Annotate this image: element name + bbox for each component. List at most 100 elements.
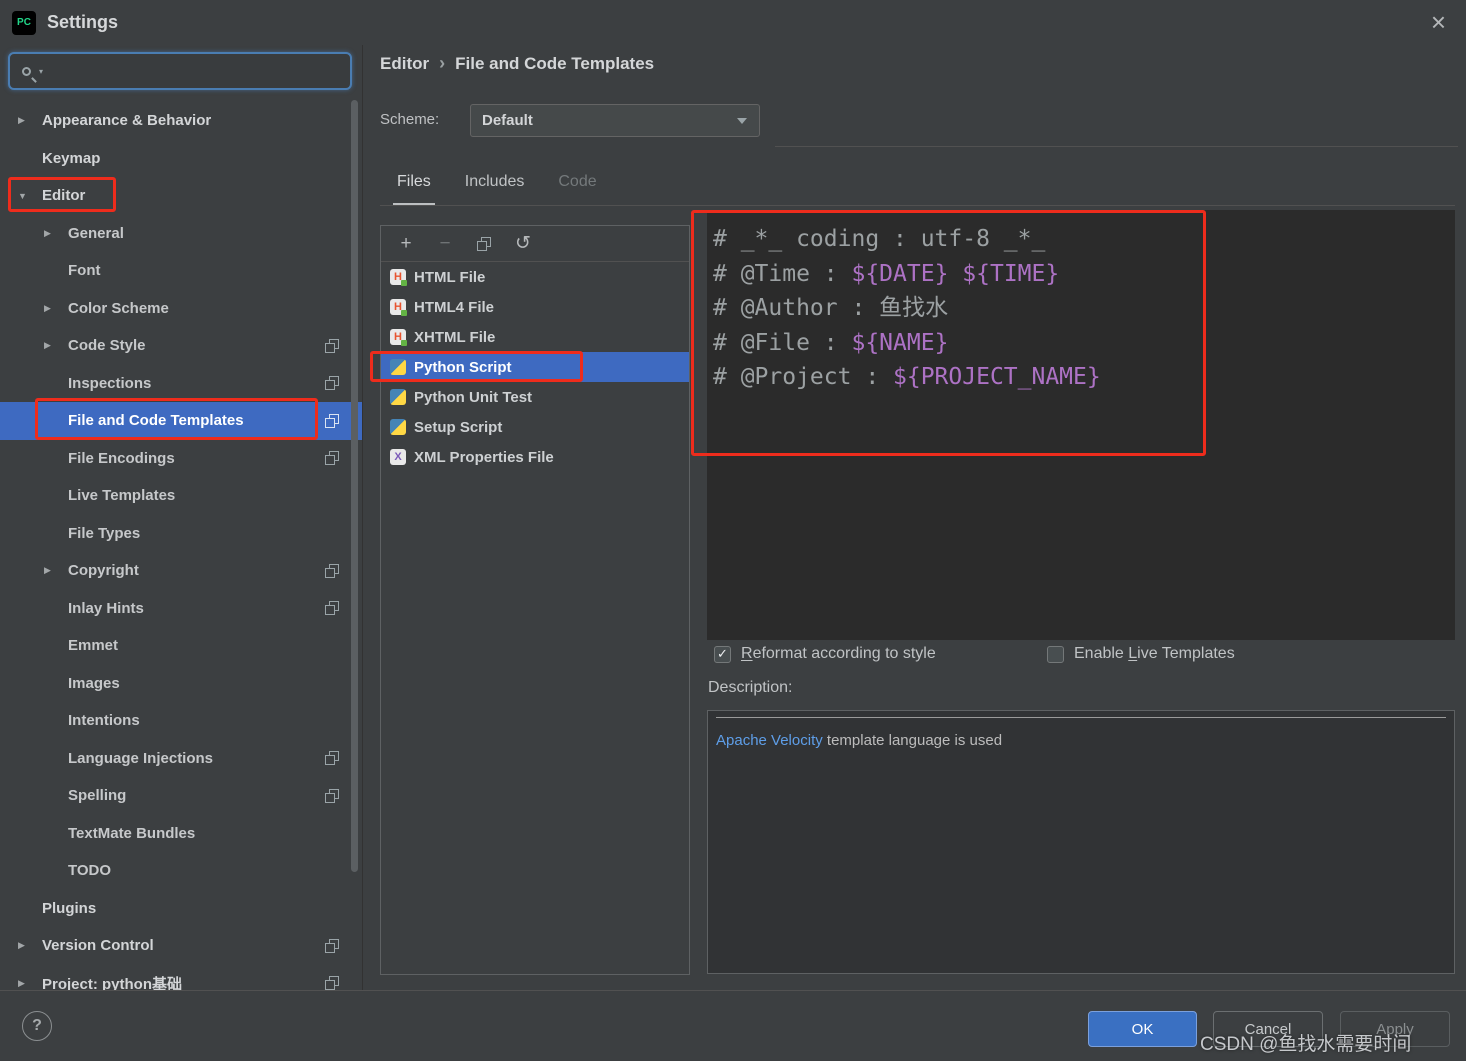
copy-icon[interactable] [325, 601, 339, 616]
sidebar-item-label: Color Scheme [68, 299, 169, 317]
copy-icon[interactable] [325, 976, 339, 990]
description-text: Apache Velocity template language is use… [716, 732, 1003, 749]
sidebar-item-label: Editor [42, 187, 86, 205]
breadcrumb-editor[interactable]: Editor [380, 54, 429, 74]
sidebar-item-label: Emmet [68, 637, 119, 655]
sidebar-item-general[interactable]: ▶ General [0, 215, 362, 253]
main-content: Editor › File and Code Templates Scheme:… [363, 45, 1466, 990]
sidebar-item-label: Language Injections [68, 749, 214, 767]
sidebar-item-inlay-hints[interactable]: Inlay Hints [0, 590, 362, 628]
chevron-right-icon[interactable]: ▶ [44, 303, 68, 314]
copy-icon [477, 236, 491, 251]
search-options-caret-icon[interactable]: ▾ [39, 67, 43, 76]
chevron-down-icon [737, 117, 747, 124]
live-templates-option-row: ✓ Enable Live Templates [1047, 645, 1235, 663]
sidebar-item-file-types[interactable]: File Types [0, 515, 362, 553]
list-item-html-file[interactable]: HTML File [381, 262, 689, 292]
page-title: File and Code Templates [455, 53, 655, 73]
sidebar-item-keymap[interactable]: Keymap [0, 140, 362, 178]
sidebar-item-emmet[interactable]: Emmet [0, 627, 362, 665]
sidebar-item-appearance-behavior[interactable]: ▶ Appearance & Behavior [0, 102, 362, 140]
sidebar-item-color-scheme[interactable]: ▶ Color Scheme [0, 290, 362, 328]
copy-icon[interactable] [325, 938, 339, 953]
sidebar-item-inspections[interactable]: Inspections [0, 365, 362, 403]
search-input[interactable]: ▾ [8, 52, 352, 90]
sidebar-item-label: Images [68, 674, 120, 692]
copy-icon[interactable] [325, 413, 339, 428]
chevron-right-icon[interactable]: ▶ [18, 115, 42, 126]
list-item-label: XHTML File [414, 328, 496, 346]
ok-button[interactable]: OK [1088, 1011, 1197, 1047]
chevron-right-icon[interactable]: ▶ [44, 565, 68, 576]
tab-code[interactable]: Code [550, 173, 604, 205]
sidebar-item-label: Copyright [68, 562, 139, 580]
tab-files[interactable]: Files [389, 173, 439, 206]
template-tabs: Files Includes Code [389, 160, 605, 206]
list-item-xhtml-file[interactable]: XHTML File [381, 322, 689, 352]
reformat-checkbox[interactable]: ✓ [714, 645, 731, 663]
list-item-python-script[interactable]: Python Script [381, 352, 689, 382]
chevron-right-icon[interactable]: ▶ [18, 940, 42, 951]
copy-icon[interactable] [325, 376, 339, 391]
list-item-html4-file[interactable]: HTML4 File [381, 292, 689, 322]
code-line: # @Project : ${PROJECT_NAME} [713, 364, 1101, 390]
tab-includes[interactable]: Includes [457, 173, 533, 205]
sidebar-item-editor[interactable]: ▼ Editor [0, 177, 362, 215]
sidebar-item-font[interactable]: Font [0, 252, 362, 290]
sidebar-item-spelling[interactable]: Spelling [0, 777, 362, 815]
search-icon [22, 66, 31, 76]
copy-icon[interactable] [325, 751, 339, 766]
list-item-label: Setup Script [414, 418, 503, 436]
sidebar-item-code-style[interactable]: ▶ Code Style [0, 327, 362, 365]
sidebar-item-label: Live Templates [68, 487, 176, 505]
sidebar-item-project-python[interactable]: ▶ Project: python基础 [0, 965, 362, 990]
sidebar-item-todo[interactable]: TODO [0, 852, 362, 890]
close-icon[interactable]: × [1431, 6, 1446, 38]
settings-window: PC Settings × ▾ ▶ Appearance & Behavior Ke… [0, 0, 1466, 1061]
sidebar-item-label: Project: python基础 [42, 975, 183, 990]
sidebar-item-label: Font [68, 262, 101, 280]
list-item-label: XML Properties File [414, 448, 554, 466]
sidebar-item-images[interactable]: Images [0, 665, 362, 703]
description-label: Description: [708, 679, 793, 696]
chevron-down-icon[interactable]: ▼ [18, 191, 42, 201]
sidebar-item-language-injections[interactable]: Language Injections [0, 740, 362, 778]
code-line: # @Time : ${DATE} ${TIME} [713, 260, 1060, 287]
list-item-setup-script[interactable]: Setup Script [381, 412, 689, 442]
sidebar-item-live-templates[interactable]: Live Templates [0, 477, 362, 515]
live-templates-checkbox[interactable]: ✓ [1047, 645, 1064, 663]
title-bar: PC Settings × [0, 0, 1466, 45]
chevron-right-icon[interactable]: ▶ [18, 978, 42, 989]
add-icon[interactable]: + [393, 231, 419, 257]
window-title: Settings [47, 12, 119, 32]
scheme-dropdown[interactable]: Default [470, 104, 760, 137]
copy-icon[interactable] [325, 563, 339, 578]
chevron-right-icon: › [439, 53, 446, 73]
reset-icon[interactable]: ↺ [510, 231, 536, 257]
code-line: # @Author : 鱼找水 [713, 295, 949, 321]
list-item-xml-properties-file[interactable]: XML Properties File [381, 442, 689, 472]
copy-icon[interactable] [325, 788, 339, 803]
sidebar-item-textmate-bundles[interactable]: TextMate Bundles [0, 815, 362, 853]
html-file-icon [390, 329, 407, 346]
chevron-right-icon[interactable]: ▶ [44, 340, 68, 351]
help-icon[interactable]: ? [22, 1011, 52, 1041]
sidebar-item-copyright[interactable]: ▶ Copyright [0, 552, 362, 590]
template-code-editor[interactable]: # _*_ coding : utf-8 _*_ # @Time : ${DATE… [707, 210, 1455, 640]
copy-icon[interactable] [325, 451, 339, 466]
list-item-label: Python Unit Test [414, 388, 533, 406]
list-item-python-unit-test[interactable]: Python Unit Test [381, 382, 689, 412]
template-list-toolbar: + − ↺ [381, 226, 689, 262]
sidebar-item-plugins[interactable]: Plugins [0, 890, 362, 928]
sidebar-item-version-control[interactable]: ▶ Version Control [0, 927, 362, 965]
xml-file-icon [390, 449, 406, 465]
apache-velocity-link[interactable]: Apache Velocity [716, 732, 823, 749]
copy-icon[interactable] [471, 231, 497, 257]
sidebar-scrollbar[interactable] [351, 100, 358, 872]
sidebar-item-intentions[interactable]: Intentions [0, 702, 362, 740]
sidebar-item-file-and-code-templates[interactable]: File and Code Templates [0, 402, 362, 440]
chevron-right-icon[interactable]: ▶ [44, 228, 68, 239]
pycharm-logo-icon: PC [12, 10, 36, 35]
sidebar-item-file-encodings[interactable]: File Encodings [0, 440, 362, 478]
copy-icon[interactable] [325, 338, 339, 353]
